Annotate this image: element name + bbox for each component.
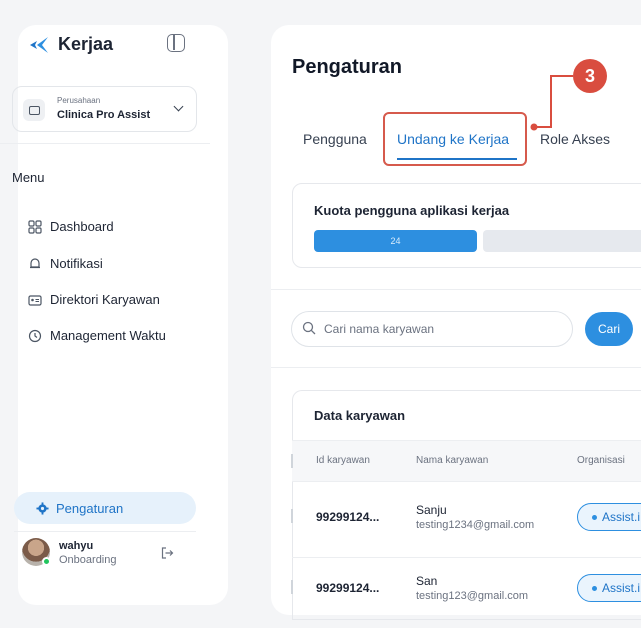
logout-icon[interactable] xyxy=(160,546,174,560)
callout-connector xyxy=(530,75,573,131)
step-callout-badge: 3 xyxy=(573,59,607,93)
cell-employee-id: 99299124... xyxy=(316,510,380,524)
tab-role-akses[interactable]: Role Akses xyxy=(540,131,610,147)
sidebar-item-dashboard[interactable]: Dashboard xyxy=(28,219,114,234)
divider xyxy=(271,289,641,290)
quota-progress-fill: 24 xyxy=(314,230,477,252)
cell-employee-email: testing123@gmail.com xyxy=(416,590,529,602)
cell-employee-email: testing1234@gmail.com xyxy=(416,519,535,531)
org-badge[interactable]: Assist.i xyxy=(577,574,641,602)
table-row-divider xyxy=(292,557,641,558)
org-dot xyxy=(592,585,597,591)
chevron-down-icon xyxy=(173,101,184,112)
tab-pengguna[interactable]: Pengguna xyxy=(303,131,367,147)
grid-icon xyxy=(28,219,42,234)
divider xyxy=(271,367,641,368)
company-selector[interactable]: Perusahaan Clinica Pro Assist xyxy=(12,86,197,132)
column-header-org[interactable]: Organisasi xyxy=(577,455,625,466)
sidebar-item-label: Notifikasi xyxy=(50,256,103,271)
clock-icon xyxy=(28,329,42,342)
sidebar-item-label: Pengaturan xyxy=(56,500,124,516)
row-handle xyxy=(291,580,293,594)
sidebar-item-label: Dashboard xyxy=(50,219,114,234)
company-name: Clinica Pro Assist xyxy=(57,109,151,121)
divider xyxy=(14,531,196,532)
avatar[interactable] xyxy=(22,538,51,566)
bell-icon xyxy=(30,257,40,268)
search-icon xyxy=(302,321,316,335)
sidebar-item-direktori-karyawan[interactable]: Direktori Karyawan xyxy=(28,292,160,307)
cell-employee-id: 99299124... xyxy=(316,581,380,595)
menu-heading: Menu xyxy=(12,170,45,185)
tab-undang-ke-kerjaa[interactable]: Undang ke Kerjaa xyxy=(397,131,509,147)
quota-card xyxy=(292,183,641,268)
divider xyxy=(0,143,210,144)
cell-employee-name[interactable]: San xyxy=(416,574,437,588)
quota-title: Kuota pengguna aplikasi kerjaa xyxy=(314,203,510,218)
company-label: Perusahaan xyxy=(57,96,101,105)
sidebar-item-pengaturan[interactable]: Pengaturan xyxy=(14,492,196,524)
page-title: Pengaturan xyxy=(292,56,403,78)
org-dot xyxy=(592,514,597,520)
online-status-dot xyxy=(42,557,51,566)
org-label: Assist.i xyxy=(602,581,641,595)
id-card-icon xyxy=(28,294,42,306)
row-handle xyxy=(291,509,293,523)
org-badge[interactable]: Assist.i xyxy=(577,503,641,531)
sidebar-item-label: Direktori Karyawan xyxy=(50,292,160,307)
brand-name: Kerjaa xyxy=(58,34,114,54)
active-tab-indicator xyxy=(397,158,517,160)
cell-employee-name[interactable]: Sanju xyxy=(416,503,447,517)
sidebar-item-label: Management Waktu xyxy=(50,328,166,343)
sidebar-item-management-waktu[interactable]: Management Waktu xyxy=(28,328,166,343)
kerjaa-logo-icon xyxy=(30,36,48,53)
search-placeholder: Cari nama karyawan xyxy=(324,322,435,336)
org-label: Assist.i xyxy=(602,510,641,524)
user-name: wahyu xyxy=(59,540,94,552)
building-icon xyxy=(23,99,45,121)
gear-icon xyxy=(36,501,49,515)
column-header-name[interactable]: Nama karyawan xyxy=(416,455,488,466)
table-title: Data karyawan xyxy=(314,408,406,423)
quota-progress-track xyxy=(483,230,641,252)
user-role: Onboarding xyxy=(59,554,117,566)
brand[interactable]: Kerjaa xyxy=(28,34,113,55)
sidebar-toggle-icon[interactable] xyxy=(167,34,185,52)
column-header-id[interactable]: Id karyawan xyxy=(316,455,370,466)
row-handle xyxy=(291,454,293,468)
search-button[interactable]: Cari xyxy=(585,312,633,346)
sidebar-item-notifikasi[interactable]: Notifikasi xyxy=(28,256,103,271)
search-input[interactable]: Cari nama karyawan xyxy=(291,311,573,347)
